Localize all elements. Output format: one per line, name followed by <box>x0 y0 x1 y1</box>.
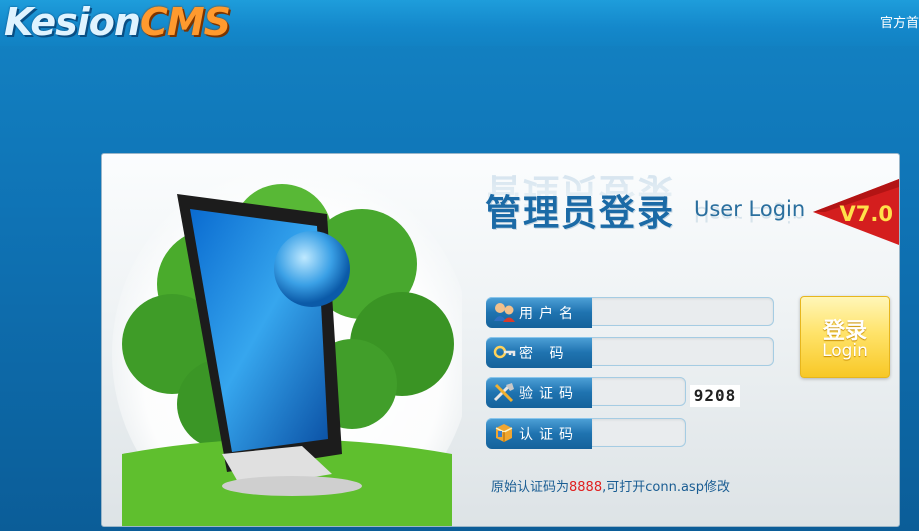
hint-prefix: 原始认证码为 <box>491 480 570 495</box>
package-icon <box>495 424 513 442</box>
official-home-link[interactable]: 官方首 <box>880 12 919 31</box>
captcha-tag: 验证码 <box>486 377 592 408</box>
key-icon <box>493 345 516 359</box>
authcode-input[interactable] <box>592 418 686 447</box>
users-icon <box>494 303 515 322</box>
captcha-image[interactable]: 9208 <box>690 385 740 407</box>
logo-part2: CMS <box>139 0 231 44</box>
authcode-tag: 认证码 <box>486 418 592 449</box>
password-tag: 密 码 <box>486 337 592 368</box>
captcha-label: 验证码 <box>519 386 579 402</box>
username-tag: 用户名 <box>486 297 592 328</box>
kesioncms-logo: KesionCMS <box>4 2 304 42</box>
login-panel: 管理员登录 管理员登录 User Login User Login V7.0 用… <box>101 153 900 527</box>
password-input[interactable] <box>592 337 774 366</box>
hint-suffix: ,可打开conn.asp修改 <box>602 480 730 495</box>
login-button[interactable]: 登录 Login <box>800 296 890 378</box>
authcode-hint: 原始认证码为8888,可打开conn.asp修改 <box>491 476 730 495</box>
version-label: V7.0 <box>839 202 893 226</box>
title-reflection: 管理员登录 <box>485 170 676 211</box>
username-input[interactable] <box>592 297 774 326</box>
captcha-input[interactable] <box>592 377 686 406</box>
top-bar: KesionCMS 官方首 <box>0 0 919 46</box>
hint-code: 8888 <box>569 480 603 495</box>
authcode-label: 认证码 <box>519 427 579 443</box>
title-en-reflection: User Login <box>694 202 806 226</box>
logo-part1: Kesion <box>4 0 141 44</box>
username-label: 用户名 <box>519 306 579 322</box>
login-button-en: Login <box>822 341 868 361</box>
password-label: 密 码 <box>519 346 570 362</box>
monitor-tree-illustration <box>112 164 462 526</box>
tools-icon <box>493 383 514 403</box>
